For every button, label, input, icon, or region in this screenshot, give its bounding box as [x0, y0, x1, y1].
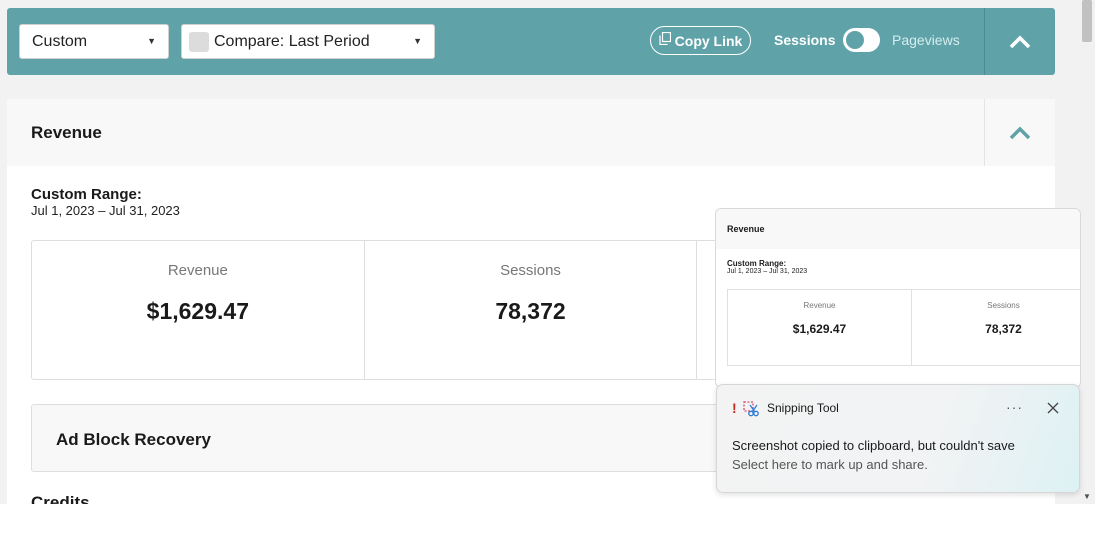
- preview-stat-label: Sessions: [987, 301, 1020, 310]
- stat-value: 78,372: [495, 298, 566, 324]
- stat-revenue: Revenue $1,629.47: [32, 241, 365, 379]
- caret-down-icon: ▼: [413, 36, 422, 46]
- toggle-sessions-label[interactable]: Sessions: [774, 32, 835, 48]
- date-range-select[interactable]: Custom ▼: [19, 24, 169, 59]
- preview-title: Revenue: [727, 224, 765, 234]
- copy-icon: [659, 32, 671, 45]
- stat-value: $1,629.47: [146, 298, 249, 324]
- page-scrollbar[interactable]: ▼: [1079, 0, 1095, 504]
- caret-down-icon: ▼: [147, 36, 156, 46]
- preview-stat-value: 78,372: [985, 322, 1022, 336]
- compare-value: Compare: Last Period: [214, 32, 370, 50]
- credits-title: Credits: [31, 493, 90, 504]
- chevron-up-icon: [1009, 35, 1031, 48]
- chevron-up-icon: [1009, 126, 1031, 139]
- snipping-tool-icon: [743, 401, 759, 417]
- preview-stat-revenue: Revenue $1,629.47: [728, 290, 912, 365]
- stat-label: Sessions: [500, 262, 561, 279]
- metric-toggle[interactable]: [843, 28, 880, 52]
- close-icon[interactable]: [1047, 402, 1059, 414]
- more-options-button[interactable]: ···: [1006, 399, 1023, 415]
- preview-stat-label: Revenue: [803, 301, 836, 310]
- revenue-card-header[interactable]: Revenue: [7, 99, 1055, 166]
- toggle-knob: [846, 31, 864, 49]
- snipping-tool-notification[interactable]: ! Snipping Tool ··· Screenshot copied to…: [716, 384, 1080, 493]
- scroll-down-arrow-icon[interactable]: ▼: [1083, 492, 1091, 501]
- filter-toolbar: Custom ▼ Compare: Last Period ▼ Copy Lin…: [7, 8, 1055, 75]
- compare-checkbox[interactable]: [189, 31, 209, 52]
- stat-label: Revenue: [167, 262, 228, 279]
- preview-range-value: Jul 1, 2023 – Jul 31, 2023: [727, 268, 808, 275]
- stat-sessions: Sessions 78,372: [365, 241, 698, 379]
- custom-range-value: Jul 1, 2023 – Jul 31, 2023: [31, 203, 180, 218]
- compare-select[interactable]: Compare: Last Period ▼: [181, 24, 435, 59]
- collapse-revenue-button[interactable]: [985, 99, 1055, 166]
- page: Custom ▼ Compare: Last Period ▼ Copy Lin…: [0, 0, 1095, 548]
- notification-message: Screenshot copied to clipboard, but coul…: [732, 438, 1015, 453]
- preview-stat-value: $1,629.47: [792, 322, 847, 336]
- preview-stats: Revenue $1,629.47 Sessions 78,372: [727, 289, 1080, 366]
- preview-range-label: Custom Range:: [727, 259, 787, 268]
- screenshot-preview[interactable]: Revenue Custom Range: Jul 1, 2023 – Jul …: [715, 208, 1081, 388]
- collapse-toolbar-button[interactable]: [985, 8, 1055, 75]
- app-name: Snipping Tool: [767, 401, 839, 415]
- scrollbar-thumb[interactable]: [1082, 0, 1092, 42]
- revenue-title: Revenue: [31, 123, 102, 142]
- date-range-value: Custom: [32, 32, 88, 50]
- copy-link-button[interactable]: Copy Link: [650, 26, 751, 55]
- notification-sub-message: Select here to mark up and share.: [732, 457, 928, 472]
- preview-header: Revenue: [716, 209, 1080, 249]
- ad-block-recovery-title: Ad Block Recovery: [56, 430, 211, 449]
- warning-icon: !: [732, 400, 737, 416]
- toggle-pageviews-label[interactable]: Pageviews: [892, 32, 960, 48]
- custom-range-label: Custom Range:: [31, 186, 142, 203]
- copy-link-label: Copy Link: [674, 32, 743, 49]
- preview-stat-sessions: Sessions 78,372: [912, 290, 1080, 365]
